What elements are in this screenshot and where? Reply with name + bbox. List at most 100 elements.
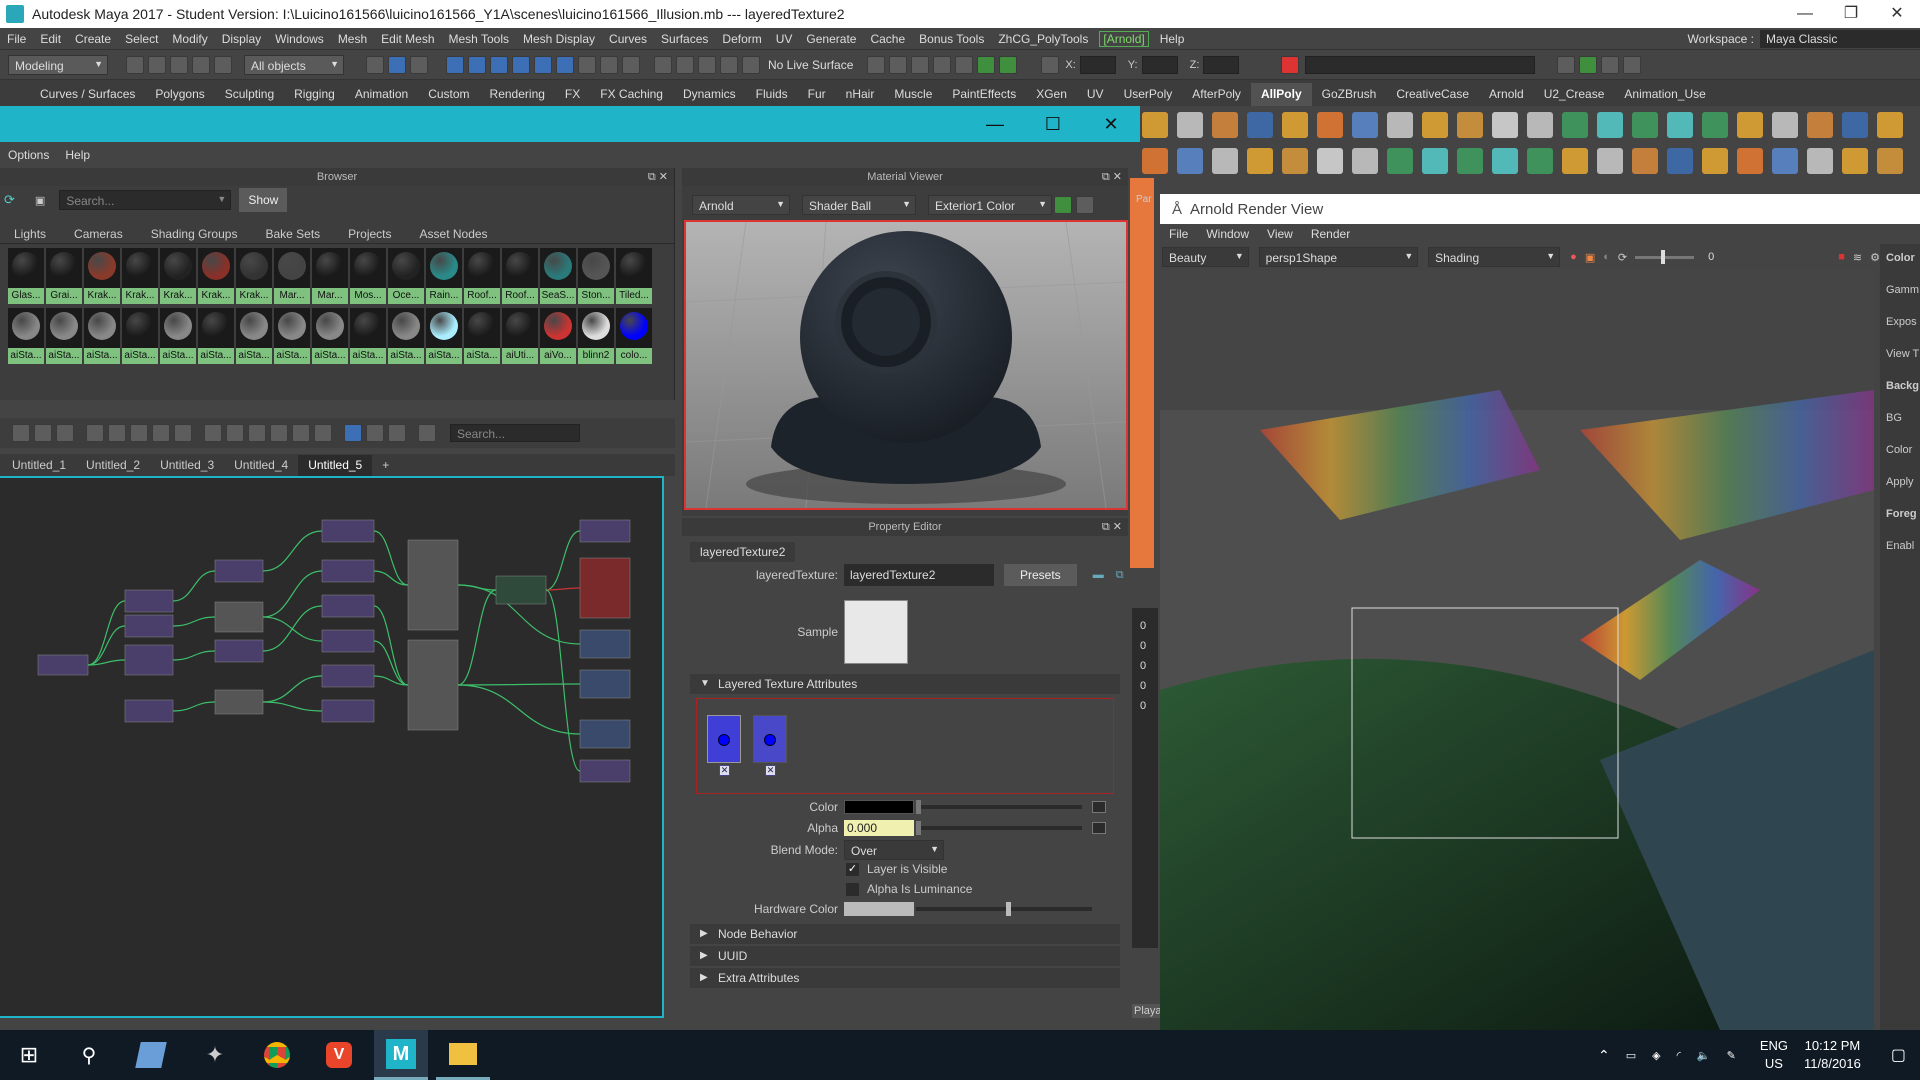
shelf-tool-icon[interactable] bbox=[1807, 148, 1833, 174]
shelf-tool-icon[interactable] bbox=[1142, 112, 1168, 138]
node-connection[interactable] bbox=[373, 530, 409, 586]
menu-deform[interactable]: Deform bbox=[715, 32, 768, 46]
material-swatch[interactable]: aiUti... bbox=[502, 308, 538, 364]
shading-node[interactable] bbox=[37, 654, 89, 676]
layer-remove-icon[interactable]: ✕ bbox=[765, 765, 776, 776]
layer-swatch[interactable] bbox=[707, 715, 741, 763]
graph-tab-active[interactable]: Untitled_5 bbox=[298, 455, 373, 476]
menu-edit-mesh[interactable]: Edit Mesh bbox=[374, 32, 441, 46]
graph-tab[interactable]: Untitled_3 bbox=[150, 455, 224, 476]
color-map-button[interactable] bbox=[1092, 801, 1106, 813]
shelf-tool-icon[interactable] bbox=[1282, 148, 1308, 174]
explorer-button[interactable] bbox=[436, 1030, 490, 1080]
color-slider[interactable] bbox=[916, 800, 1082, 814]
browser-tab-asset-nodes[interactable]: Asset Nodes bbox=[406, 227, 502, 241]
shelf-tool-icon[interactable] bbox=[1142, 148, 1168, 174]
rv-menu-file[interactable]: File bbox=[1160, 227, 1197, 241]
menu-mesh[interactable]: Mesh bbox=[331, 32, 374, 46]
node-connection[interactable] bbox=[172, 650, 216, 661]
mode-dropdown[interactable]: Modeling ▼ bbox=[8, 54, 108, 75]
node-connection[interactable] bbox=[545, 530, 581, 591]
simple-view-icon[interactable] bbox=[204, 424, 222, 442]
pen-icon[interactable]: ✎ bbox=[1727, 1049, 1736, 1062]
modeling-toolkit-icon[interactable] bbox=[1557, 55, 1576, 74]
snap-point-icon[interactable] bbox=[490, 55, 508, 74]
minimize-button[interactable]: — bbox=[1782, 0, 1828, 28]
shading-node[interactable] bbox=[495, 575, 547, 605]
volume-icon[interactable]: 🔈 bbox=[1697, 1049, 1711, 1062]
render-image[interactable] bbox=[1160, 270, 1874, 1030]
hs-close-button[interactable]: ✕ bbox=[1082, 106, 1140, 142]
chevron-up-icon[interactable]: ⌃ bbox=[1598, 1047, 1610, 1064]
shading-node[interactable] bbox=[321, 699, 375, 723]
vivaldi-button[interactable]: V bbox=[312, 1030, 366, 1080]
shelf-tool-icon[interactable] bbox=[1877, 112, 1903, 138]
menu-mesh-display[interactable]: Mesh Display bbox=[516, 32, 602, 46]
menu-surfaces[interactable]: Surfaces bbox=[654, 32, 715, 46]
node-connection[interactable] bbox=[457, 684, 581, 735]
shelf-tool-icon[interactable] bbox=[1387, 112, 1413, 138]
node-graph-canvas[interactable] bbox=[0, 476, 664, 1018]
layer-visible-checkbox[interactable]: ✓ bbox=[846, 862, 859, 876]
soft-select-icon[interactable] bbox=[676, 55, 694, 74]
menu-display[interactable]: Display bbox=[215, 32, 268, 46]
camera-dropdown[interactable]: persp1Shape ▼ bbox=[1258, 247, 1419, 267]
material-swatch[interactable]: aiSta... bbox=[236, 308, 272, 364]
property-editor-close-icon[interactable]: ⧉ ✕ bbox=[1102, 518, 1122, 536]
graph-io-icon[interactable] bbox=[56, 424, 74, 442]
shelf-tab[interactable]: U2_Crease bbox=[1534, 83, 1615, 106]
material-swatch[interactable]: Krak... bbox=[198, 248, 234, 304]
shading-node[interactable] bbox=[579, 669, 631, 699]
node-connection[interactable] bbox=[373, 605, 409, 686]
alpha-field[interactable]: 0.000 bbox=[844, 820, 914, 836]
material-swatch[interactable]: aiSta... bbox=[84, 308, 120, 364]
menu-zhcg-polytools[interactable]: ZhCG_PolyTools bbox=[991, 32, 1095, 46]
float-panel-icon[interactable]: ⧉ bbox=[1116, 569, 1124, 582]
shelf-tool-icon[interactable] bbox=[1317, 112, 1343, 138]
hypershade-icon[interactable] bbox=[955, 55, 974, 74]
add-graph-tab[interactable]: + bbox=[372, 455, 399, 476]
shelf-tool-icon[interactable] bbox=[1737, 112, 1763, 138]
reflection-icon[interactable] bbox=[698, 55, 716, 74]
browser-tab-projects[interactable]: Projects bbox=[334, 227, 405, 241]
shading-node[interactable] bbox=[321, 519, 375, 543]
shading-node[interactable] bbox=[579, 759, 631, 783]
shelf-tool-icon[interactable] bbox=[1772, 148, 1798, 174]
shelf-tab[interactable]: UV bbox=[1077, 83, 1114, 106]
network-icon[interactable]: ◈ bbox=[1652, 1049, 1660, 1062]
save-scene-icon[interactable] bbox=[170, 55, 188, 74]
environment-dropdown[interactable]: Exterior1 Color ▼ bbox=[928, 195, 1052, 215]
node-connection[interactable] bbox=[457, 589, 497, 686]
live-surface-label[interactable]: No Live Surface bbox=[768, 58, 853, 72]
material-swatch[interactable]: Krak... bbox=[236, 248, 272, 304]
browser-tab-shading-groups[interactable]: Shading Groups bbox=[137, 227, 252, 241]
show-button[interactable]: Show bbox=[239, 188, 288, 212]
shelf-tool-icon[interactable] bbox=[1527, 148, 1553, 174]
shelf-tab[interactable]: CreativeCase bbox=[1386, 83, 1479, 106]
material-swatch[interactable]: Krak... bbox=[84, 248, 120, 304]
shading-node[interactable] bbox=[124, 589, 174, 613]
layout-icon[interactable] bbox=[130, 424, 148, 442]
material-swatch[interactable]: Glas... bbox=[8, 248, 44, 304]
shelf-tool-icon[interactable] bbox=[1317, 148, 1343, 174]
shelf-tool-icon[interactable] bbox=[1597, 148, 1623, 174]
search-icon[interactable] bbox=[1281, 55, 1300, 74]
render-region-icon[interactable] bbox=[867, 55, 886, 74]
close-button[interactable]: ✕ bbox=[1874, 0, 1920, 28]
shelf-tab[interactable]: Fluids bbox=[746, 83, 798, 106]
shading-node[interactable] bbox=[579, 629, 631, 659]
refresh-icon[interactable]: ⟳ bbox=[4, 192, 15, 208]
grid-toggle-icon[interactable] bbox=[344, 424, 362, 442]
shelf-tool-icon[interactable] bbox=[1842, 112, 1868, 138]
shelf-tab[interactable]: UserPoly bbox=[1114, 83, 1183, 106]
clear-graph-icon[interactable] bbox=[152, 424, 170, 442]
material-swatch[interactable]: blinn2 bbox=[578, 308, 614, 364]
selection-mask-dropdown[interactable]: All objects ▼ bbox=[244, 54, 344, 75]
shading-node[interactable] bbox=[579, 557, 631, 619]
render-settings-icon[interactable] bbox=[933, 55, 952, 74]
side-section-color[interactable]: Color bbox=[1880, 244, 1920, 276]
graph-tab[interactable]: Untitled_2 bbox=[76, 455, 150, 476]
search-taskbar-button[interactable]: ⚲ bbox=[62, 1030, 116, 1080]
shading-node[interactable] bbox=[321, 559, 375, 583]
node-connection[interactable] bbox=[172, 701, 216, 712]
